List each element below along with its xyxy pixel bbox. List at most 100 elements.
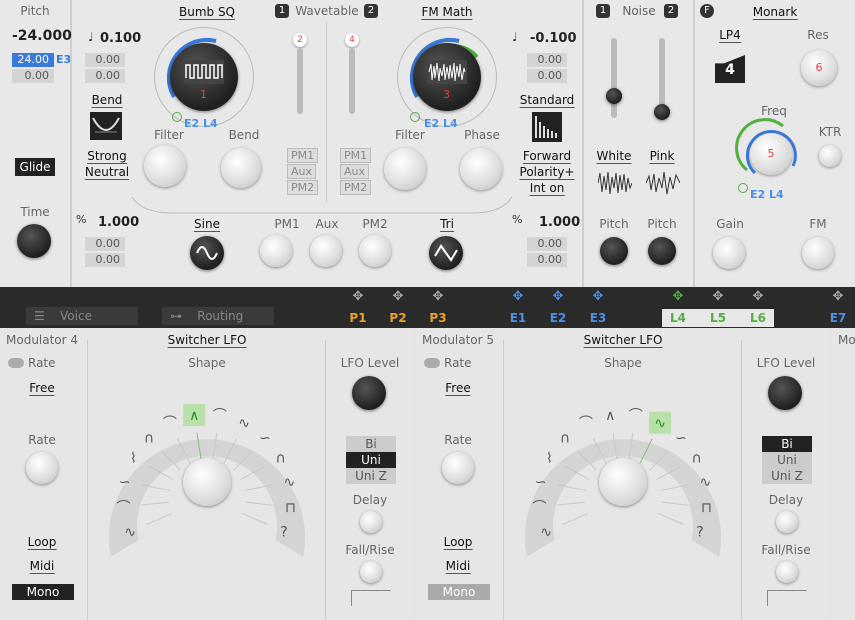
lfo-shape-icon[interactable]: ∽	[259, 430, 271, 446]
mod4-rate-toggle[interactable]	[8, 358, 24, 368]
osc1-shape[interactable]: Sine	[194, 217, 220, 232]
lfo-shape-icon[interactable]: ∿	[700, 475, 712, 491]
move-icon[interactable]: ✥	[433, 289, 444, 304]
mid-aux-knob[interactable]	[310, 235, 342, 267]
osc2-opt-2[interactable]: Polarity+	[519, 165, 575, 180]
osc1-aux-tag[interactable]: Aux	[287, 164, 317, 179]
osc1-fine[interactable]: 1.000	[98, 215, 139, 230]
mod5-free[interactable]: Free	[445, 381, 471, 396]
osc2-opt-1[interactable]: Forward	[522, 149, 572, 164]
osc2-fine-box-1[interactable]: 0.00	[527, 237, 567, 251]
lfo-shape-icon[interactable]: ∩	[691, 451, 701, 467]
pitch-box-1[interactable]: 24.00	[12, 53, 54, 67]
lfo-shape-icon[interactable]: ∽	[675, 430, 687, 446]
osc2-shape[interactable]: Tri	[440, 217, 454, 232]
osc2-phase-knob[interactable]	[460, 148, 502, 190]
mod4-seg-uni[interactable]: Uni	[346, 452, 396, 468]
res-knob[interactable]: 6	[801, 50, 837, 86]
routing-tab[interactable]: ⊶ Routing	[162, 307, 274, 325]
lfo-shape-icon[interactable]: ∧	[605, 408, 615, 424]
osc1-slider[interactable]	[297, 48, 303, 114]
osc1-bend-knob[interactable]	[221, 148, 261, 188]
move-icon[interactable]: ✥	[513, 289, 524, 304]
mod4-mono[interactable]: Mono	[12, 584, 74, 600]
mod5-shape-knob[interactable]	[599, 458, 647, 506]
osc2-box-2[interactable]: 0.00	[527, 69, 567, 83]
glide-button[interactable]: Glide	[15, 158, 55, 176]
mid-pm2-knob[interactable]	[359, 235, 391, 267]
osc1-box-2[interactable]: 0.00	[85, 69, 125, 83]
mod5-rate-toggle[interactable]	[424, 358, 440, 368]
osc1-name[interactable]: Bumb SQ	[178, 5, 236, 20]
lfo-shape-icon[interactable]: ∧	[189, 408, 199, 424]
mod4-seg-bi[interactable]: Bi	[346, 436, 396, 452]
mod-slot-p1[interactable]: P1	[349, 311, 366, 325]
osc1-coarse[interactable]: 0.100	[100, 31, 141, 46]
mod5-lfo-level-knob[interactable]	[768, 376, 802, 410]
lfo-shape-icon[interactable]: ∩	[275, 451, 285, 467]
mod4-lfo-level-knob[interactable]	[352, 376, 386, 410]
mod-slot-e2[interactable]: E2	[550, 311, 567, 325]
white-label[interactable]: White	[596, 149, 632, 164]
lfo-shape-icon[interactable]: ⌒	[116, 500, 130, 516]
osc2-filter-knob[interactable]	[384, 148, 426, 190]
lfo-shape-icon[interactable]: ∩	[144, 430, 154, 446]
mod5-midi[interactable]: Midi	[445, 559, 471, 574]
osc2-pm1-tag[interactable]: PM1	[340, 148, 372, 163]
move-icon[interactable]: ✥	[753, 289, 764, 304]
lfo-shape-icon[interactable]: ∿	[238, 416, 250, 432]
lfo-shape-icon[interactable]: ?	[696, 525, 703, 541]
osc2-fine[interactable]: 1.000	[539, 215, 580, 230]
move-icon[interactable]: ✥	[553, 289, 564, 304]
white-pitch-knob[interactable]	[600, 237, 628, 265]
pink-pitch-knob[interactable]	[648, 237, 676, 265]
osc1-mode-1[interactable]: Strong	[87, 149, 127, 164]
mod5-type[interactable]: Switcher LFO	[583, 333, 663, 348]
mod-slot-e7[interactable]: E7	[830, 311, 847, 325]
mod-slot-p3[interactable]: P3	[429, 311, 446, 325]
lfo-shape-icon[interactable]: ⌇	[546, 451, 553, 467]
mod5-seg-uniz[interactable]: Uni Z	[762, 468, 812, 484]
triangle-wave-icon[interactable]	[429, 236, 463, 270]
osc1-fine-box-1[interactable]: 0.00	[85, 237, 125, 251]
sine-wave-icon[interactable]	[190, 236, 224, 270]
osc1-bend-mode[interactable]: Bend	[91, 93, 123, 108]
lfo-shape-icon[interactable]: ⌒	[579, 416, 593, 432]
white-slider[interactable]	[611, 38, 617, 118]
osc2-aux-tag[interactable]: Aux	[340, 164, 370, 179]
mod5-delay-knob[interactable]	[776, 511, 798, 533]
move-icon[interactable]: ✥	[353, 289, 364, 304]
mod5-seg-bi[interactable]: Bi	[762, 436, 812, 452]
pitch-box-2[interactable]: 0.00	[12, 69, 54, 83]
osc1-pm2-tag[interactable]: PM2	[287, 180, 319, 195]
mod-slot-e1[interactable]: E1	[510, 311, 527, 325]
mod-slot-l6[interactable]: L6	[750, 311, 766, 325]
lfo-shape-icon[interactable]: ⊓	[285, 500, 296, 516]
mod5-seg-uni[interactable]: Uni	[762, 452, 812, 468]
mod4-loop[interactable]: Loop	[27, 535, 57, 550]
lfo-shape-icon[interactable]: ∩	[560, 430, 570, 446]
mod4-midi[interactable]: Midi	[29, 559, 55, 574]
osc1-filter-knob[interactable]	[144, 145, 186, 187]
ktr-knob[interactable]	[819, 145, 841, 167]
mod-slot-l4[interactable]: L4	[670, 311, 686, 325]
filter-type[interactable]: LP4	[719, 28, 741, 43]
mod4-free[interactable]: Free	[29, 381, 55, 396]
osc2-coarse[interactable]: -0.100	[530, 31, 577, 46]
freq-knob[interactable]: 5	[750, 133, 792, 175]
osc2-fine-box-2[interactable]: 0.00	[527, 253, 567, 267]
lfo-shape-icon[interactable]: ∿	[284, 475, 296, 491]
lfo-shape-icon[interactable]: ⌇	[130, 451, 137, 467]
lfo-shape-icon[interactable]: ⌒	[532, 500, 546, 516]
osc1-slider-handle[interactable]: 2	[293, 33, 307, 47]
lfo-shape-icon[interactable]: ∿	[124, 525, 136, 541]
mid-pm1-knob[interactable]	[260, 235, 292, 267]
lfo-shape-icon[interactable]: ?	[280, 525, 287, 541]
lfo-shape-icon[interactable]: ⌒	[629, 408, 643, 424]
osc2-box-1[interactable]: 0.00	[527, 53, 567, 67]
lfo-shape-icon[interactable]: ⌒	[213, 408, 227, 424]
fm-knob[interactable]	[802, 237, 834, 269]
osc1-box-1[interactable]: 0.00	[85, 53, 125, 67]
lfo-shape-icon[interactable]: ∿	[540, 525, 552, 541]
osc2-name[interactable]: FM Math	[421, 5, 473, 20]
